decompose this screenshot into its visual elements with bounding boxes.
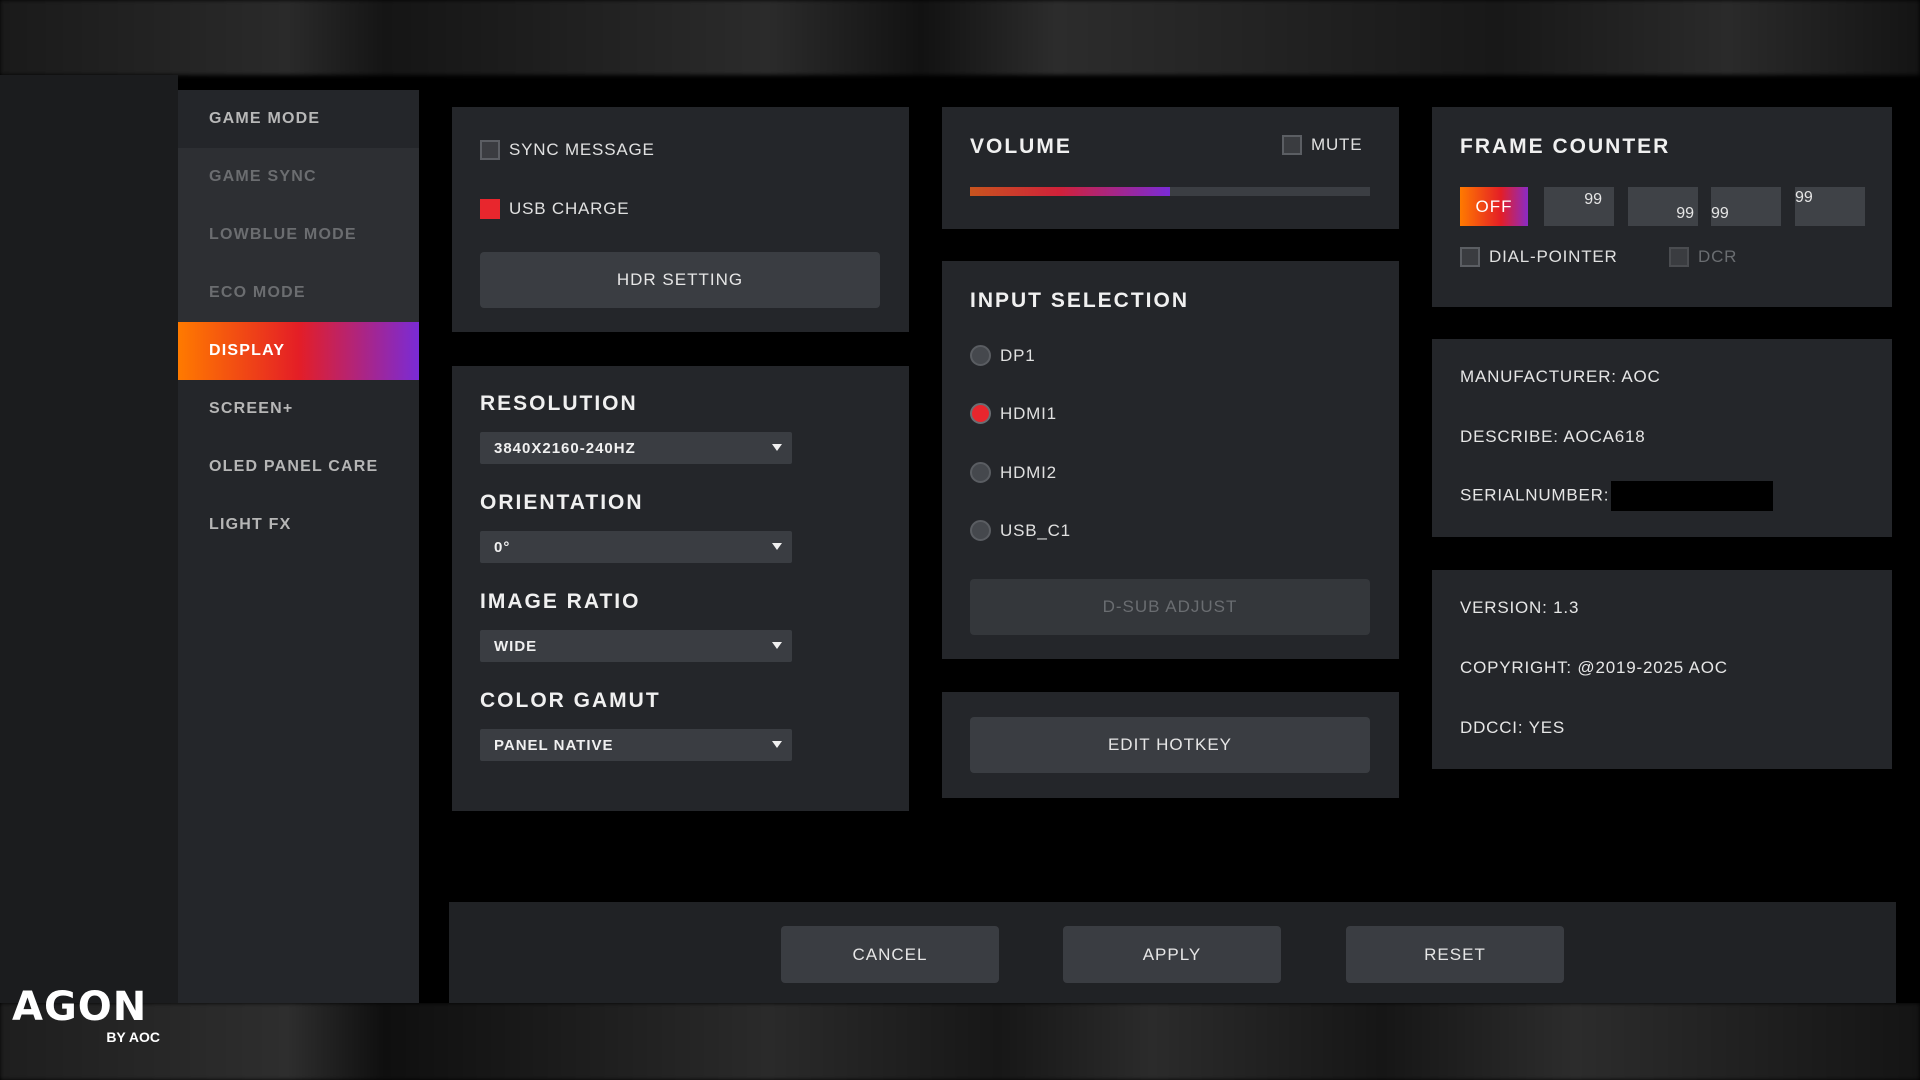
edit-hotkey-button[interactable]: EDIT HOTKEY [970,717,1370,773]
options-panel: SYNC MESSAGE USB CHARGE HDR SETTING [452,107,909,332]
image-ratio-select[interactable]: WIDE [480,630,792,662]
action-bar: CANCEL APPLY RESET [449,902,1896,1003]
input-option-hdmi2[interactable]: HDMI2 [970,462,1057,483]
radio-hdmi2[interactable] [970,462,991,483]
frame-counter-position-top-left[interactable]: 99 [1795,187,1865,226]
input-option-label: HDMI1 [1000,403,1057,423]
volume-slider[interactable] [970,187,1370,196]
frame-counter-cell-value: 99 [1795,189,1813,206]
main-content: SYNC MESSAGE USB CHARGE HDR SETTING RESO… [419,90,1920,1003]
sidebar-item-eco-mode[interactable]: ECO MODE [178,264,419,322]
frame-counter-panel: FRAME COUNTER OFF 99 99 99 99 DIAL-POINT… [1432,107,1892,307]
version-text: VERSION: 1.3 [1460,598,1580,617]
sidebar-item-oled-panel-care[interactable]: OLED PANEL CARE [178,438,419,496]
frame-counter-position-bottom-left[interactable]: 99 [1711,187,1781,226]
color-gamut-value: PANEL NATIVE [494,736,614,754]
frame-counter-position-bottom-right[interactable]: 99 [1628,187,1698,226]
logo-main-text: AGON [12,984,148,1030]
resolution-value: 3840X2160-240HZ [494,439,636,457]
input-option-usb-c1[interactable]: USB_C1 [970,520,1071,541]
cancel-button[interactable]: CANCEL [781,926,999,983]
resolution-heading: RESOLUTION [480,392,638,415]
d-sub-adjust-button[interactable]: D-SUB ADJUST [970,579,1370,635]
mute-checkbox[interactable] [1282,135,1302,155]
dcr-label: DCR [1698,247,1738,266]
dcr-checkbox[interactable] [1669,247,1689,267]
frame-counter-position-top-right[interactable]: 99 [1544,187,1614,226]
resolution-select[interactable]: 3840X2160-240HZ [480,432,792,464]
dcr-option[interactable]: DCR [1669,247,1737,267]
image-ratio-value: WIDE [494,637,538,655]
mute-option[interactable]: MUTE [1282,135,1362,155]
sync-message-label: SYNC MESSAGE [509,140,655,159]
dial-pointer-option[interactable]: DIAL-POINTER [1460,247,1618,267]
sidebar-item-game-sync[interactable]: GAME SYNC [178,148,419,206]
orientation-heading: ORIENTATION [480,491,644,514]
frame-counter-cell-value: 99 [1711,205,1729,222]
chevron-down-icon [772,741,782,748]
radio-hdmi1[interactable] [970,403,991,424]
dial-pointer-checkbox[interactable] [1460,247,1480,267]
input-option-label: HDMI2 [1000,462,1057,482]
hotkey-panel: EDIT HOTKEY [942,692,1399,798]
blurred-background-top [0,0,1920,75]
radio-dp1[interactable] [970,345,991,366]
usb-charge-checkbox[interactable] [480,199,500,219]
volume-slider-fill [970,187,1170,196]
sidebar: GAME MODE GAME SYNC LOWBLUE MODE ECO MOD… [178,90,419,1003]
volume-panel: VOLUME MUTE [942,107,1399,229]
color-gamut-heading: COLOR GAMUT [480,689,661,712]
agon-logo: AGON BY AOC [12,987,162,1047]
serial-number-label: SERIALNUMBER: [1460,485,1610,505]
frame-counter-cell-value: 99 [1676,205,1694,222]
color-gamut-select[interactable]: PANEL NATIVE [480,729,792,761]
chevron-down-icon [772,444,782,451]
serial-number-row: SERIALNUMBER: [1460,481,1774,511]
input-option-hdmi1[interactable]: HDMI1 [970,403,1057,424]
sidebar-item-display[interactable]: DISPLAY [178,322,419,380]
input-option-dp1[interactable]: DP1 [970,345,1035,366]
sidebar-item-screen-plus[interactable]: SCREEN+ [178,380,419,438]
chevron-down-icon [772,543,782,550]
input-selection-heading: INPUT SELECTION [970,289,1190,312]
image-ratio-heading: IMAGE RATIO [480,590,641,613]
radio-usb-c1[interactable] [970,520,991,541]
serial-number-redacted [1611,481,1774,511]
mute-label: MUTE [1311,135,1363,154]
logo-sub-text: BY AOC [106,1029,160,1045]
usb-charge-label: USB CHARGE [509,199,630,218]
brand-strip: AGON BY AOC [0,75,178,1045]
display-settings-panel: RESOLUTION 3840X2160-240HZ ORIENTATION 0… [452,366,909,811]
ddcci-text: DDCCI: YES [1460,718,1565,737]
volume-heading: VOLUME [970,135,1072,158]
orientation-value: 0° [494,538,511,556]
sidebar-item-game-mode[interactable]: GAME MODE [178,90,419,148]
usb-charge-option[interactable]: USB CHARGE [480,199,629,219]
orientation-select[interactable]: 0° [480,531,792,563]
blurred-background-bottom [0,1003,1920,1080]
frame-counter-heading: FRAME COUNTER [1460,135,1671,158]
sync-message-checkbox[interactable] [480,140,500,160]
reset-button[interactable]: RESET [1346,926,1564,983]
hdr-setting-button[interactable]: HDR SETTING [480,252,880,308]
chevron-down-icon [772,642,782,649]
input-selection-panel: INPUT SELECTION DP1 HDMI1 HDMI2 USB_C1 D… [942,261,1399,659]
frame-counter-off-button[interactable]: OFF [1460,187,1528,226]
version-info-panel: VERSION: 1.3 COPYRIGHT: @2019-2025 AOC D… [1432,570,1892,769]
manufacturer-text: MANUFACTURER: AOC [1460,367,1661,386]
apply-button[interactable]: APPLY [1063,926,1281,983]
sync-message-option[interactable]: SYNC MESSAGE [480,140,655,160]
copyright-text: COPYRIGHT: @2019-2025 AOC [1460,658,1728,677]
input-option-label: USB_C1 [1000,520,1071,540]
input-option-label: DP1 [1000,345,1036,365]
dial-pointer-label: DIAL-POINTER [1489,247,1618,266]
describe-text: DESCRIBE: AOCA618 [1460,427,1646,446]
frame-counter-cell-value: 99 [1584,191,1602,208]
device-info-panel: MANUFACTURER: AOC DESCRIBE: AOCA618 SERI… [1432,339,1892,537]
sidebar-item-lowblue-mode[interactable]: LOWBLUE MODE [178,206,419,264]
sidebar-item-light-fx[interactable]: LIGHT FX [178,496,419,554]
